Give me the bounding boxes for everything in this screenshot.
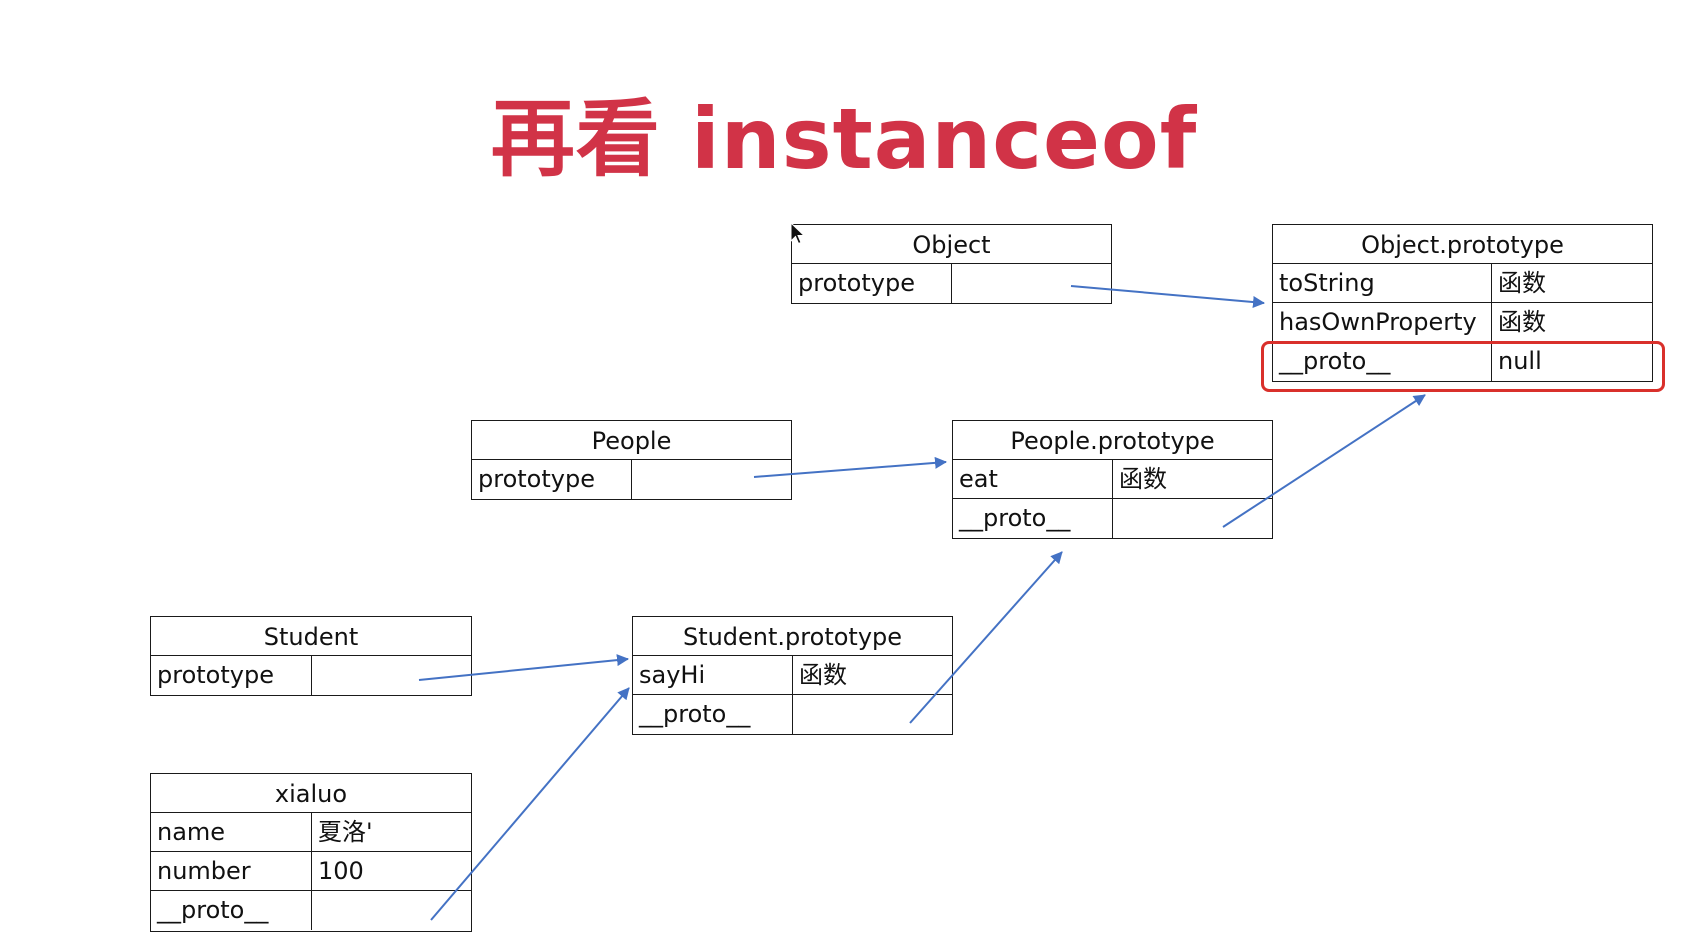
arrow-people-to-people-prototype [753, 456, 947, 478]
mouse-cursor-icon [790, 222, 806, 245]
arrow-student-prototype-to-people-prototype [909, 551, 1063, 724]
arrow-student-to-student-prototype [418, 654, 629, 681]
arrow-xialuo-to-student-prototype [430, 687, 630, 921]
arrow-people-prototype-to-object-prototype [1222, 394, 1426, 528]
arrow-object-to-object-prototype [1070, 285, 1265, 309]
pointer-arrows [418, 285, 1426, 921]
